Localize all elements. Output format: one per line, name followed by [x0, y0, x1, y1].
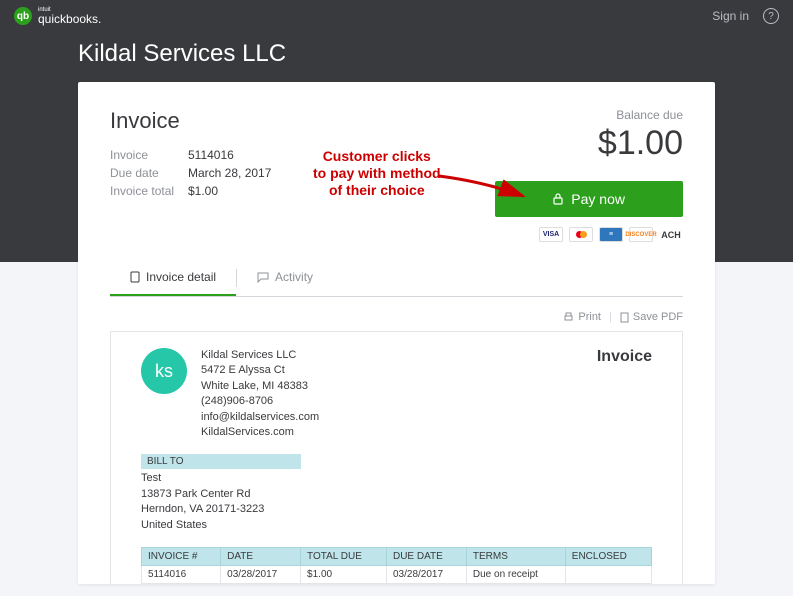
billto-addr1: 13873 Park Center Rd	[141, 487, 652, 502]
sender-web: KildalServices.com	[201, 425, 319, 440]
mastercard-icon	[569, 227, 593, 242]
th-invoice-no: INVOICE #	[142, 547, 221, 565]
invoice-document: ks Kildal Services LLC 5472 E Alyssa Ct …	[110, 331, 683, 584]
th-enclosed: ENCLOSED	[565, 547, 651, 565]
print-label: Print	[578, 311, 601, 323]
tab-invoice-detail[interactable]: Invoice detail	[110, 260, 236, 296]
save-pdf-link[interactable]: Save PDF	[620, 311, 683, 323]
th-date: DATE	[221, 547, 301, 565]
billto-name: Test	[141, 471, 652, 486]
sender-addr1: 5472 E Alyssa Ct	[201, 363, 319, 378]
meta-total-label: Invoice total	[110, 184, 188, 198]
payment-logos: VISA ≡ DISCOVER ACH	[78, 227, 715, 242]
visa-icon: VISA	[539, 227, 563, 242]
td-due-date: 03/28/2017	[386, 565, 466, 583]
annotation-callout: Customer clicks to pay with method of th…	[313, 148, 441, 198]
annotation-line1: Customer clicks	[313, 148, 441, 165]
topbar: qb intuit quickbooks. Sign in ?	[0, 0, 793, 32]
meta-total-value: $1.00	[188, 184, 218, 198]
action-separator: |	[609, 311, 612, 323]
billto-country: United States	[141, 518, 652, 533]
tabs: Invoice detail Activity	[110, 260, 683, 297]
annotation-line3: of their choice	[313, 182, 441, 199]
th-terms: TERMS	[466, 547, 565, 565]
invoice-table: INVOICE # DATE TOTAL DUE DUE DATE TERMS …	[141, 547, 652, 584]
annotation-arrow-icon	[435, 172, 535, 212]
help-icon[interactable]: ?	[763, 8, 779, 24]
doc-title: Invoice	[597, 348, 652, 440]
qb-logo-icon: qb	[14, 7, 32, 25]
meta-invoice-label: Invoice	[110, 148, 188, 162]
tab-activity[interactable]: Activity	[237, 260, 333, 296]
table-row: 5114016 03/28/2017 $1.00 03/28/2017 Due …	[142, 565, 652, 583]
sender-avatar: ks	[141, 348, 187, 394]
th-due-date: DUE DATE	[386, 547, 466, 565]
td-date: 03/28/2017	[221, 565, 301, 583]
tab-activity-label: Activity	[275, 270, 313, 284]
balance-due-label: Balance due	[495, 108, 683, 122]
document-icon	[130, 271, 140, 283]
brand-main: quickbooks.	[38, 13, 101, 25]
signin-link[interactable]: Sign in	[712, 9, 749, 23]
invoice-heading: Invoice	[110, 108, 271, 134]
td-total-due: $1.00	[301, 565, 387, 583]
amex-icon: ≡	[599, 227, 623, 242]
discover-icon: DISCOVER	[629, 227, 653, 242]
th-total-due: TOTAL DUE	[301, 547, 387, 565]
file-icon	[620, 312, 629, 323]
annotation-line2: to pay with method	[313, 165, 441, 182]
sender-name: Kildal Services LLC	[201, 348, 319, 363]
print-icon	[563, 312, 574, 323]
pay-now-label: Pay now	[571, 191, 625, 207]
td-enclosed	[565, 565, 651, 583]
tab-detail-label: Invoice detail	[146, 270, 216, 284]
brand: qb intuit quickbooks.	[14, 7, 101, 25]
sender-phone: (248)906-8706	[201, 394, 319, 409]
sender-email: info@kildalservices.com	[201, 410, 319, 425]
print-link[interactable]: Print	[563, 311, 601, 323]
company-title: Kildal Services LLC	[78, 32, 715, 82]
meta-duedate-label: Due date	[110, 166, 188, 180]
billto-addr2: Herndon, VA 20171-3223	[141, 502, 652, 517]
billto-label: BILL TO	[141, 454, 301, 469]
lock-icon	[553, 193, 563, 205]
td-terms: Due on receipt	[466, 565, 565, 583]
sender-addr2: White Lake, MI 48383	[201, 379, 319, 394]
td-invoice-no: 5114016	[142, 565, 221, 583]
ach-icon: ACH	[659, 227, 683, 242]
meta-duedate-value: March 28, 2017	[188, 166, 271, 180]
balance-due-amount: $1.00	[495, 124, 683, 163]
save-pdf-label: Save PDF	[633, 311, 683, 323]
chat-icon	[257, 272, 269, 283]
meta-invoice-value: 5114016	[188, 148, 234, 162]
